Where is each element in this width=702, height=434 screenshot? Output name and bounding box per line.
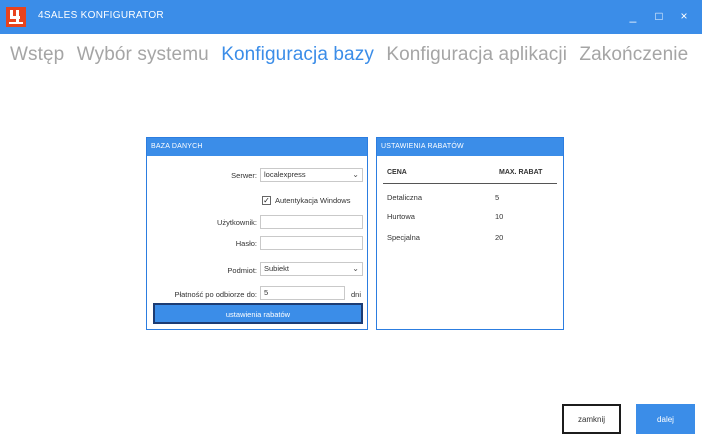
auth-windows-label: Autentykacja Windows xyxy=(275,196,351,205)
chevron-down-icon: ⌄ xyxy=(352,170,359,179)
close-window-button[interactable]: × xyxy=(675,7,693,25)
server-value: localexpress xyxy=(264,170,306,179)
password-input[interactable] xyxy=(260,236,363,250)
col-rabat-header: MAX. RABAT xyxy=(499,169,543,176)
chevron-down-icon: ⌄ xyxy=(352,264,359,273)
row-rabat: 20 xyxy=(495,233,504,242)
row-rabat: 10 xyxy=(495,212,504,221)
password-label: Hasło: xyxy=(235,239,257,248)
row-price: Specjalna xyxy=(387,233,420,242)
step-zakonczenie: Zakończenie xyxy=(579,44,689,65)
row-price: Detaliczna xyxy=(387,193,423,202)
user-input[interactable] xyxy=(260,215,363,229)
step-konfiguracja-aplikacji: Konfiguracja aplikacji xyxy=(386,44,568,65)
rabat-panel-header: USTAWIENIA RABATÓW xyxy=(377,138,563,156)
entity-select[interactable]: Subiekt ⌄ xyxy=(260,262,363,276)
database-panel-header: BAZA DANYCH xyxy=(147,138,367,156)
header-divider xyxy=(383,183,557,184)
auth-windows-checkbox[interactable]: ✓ xyxy=(262,196,271,205)
entity-label: Podmiot: xyxy=(227,266,257,275)
payment-days-input[interactable]: 5 xyxy=(260,286,345,300)
minimize-button[interactable]: _ xyxy=(624,7,642,25)
rabat-settings-button[interactable]: ustawienia rabatów xyxy=(153,303,363,324)
row-price: Hurtowa xyxy=(387,212,415,221)
user-label: Użytkownik: xyxy=(216,218,257,227)
wizard-steps: Wstęp Wybór systemu Konfiguracja bazy Ko… xyxy=(10,44,695,66)
payment-unit: dni xyxy=(351,290,362,299)
step-konfiguracja-bazy: Konfiguracja bazy xyxy=(221,44,374,65)
rabat-panel: USTAWIENIA RABATÓW CENA MAX. RABAT Detal… xyxy=(376,137,564,330)
next-button[interactable]: dalej xyxy=(636,404,695,434)
close-button[interactable]: zamknij xyxy=(562,404,621,434)
window-title: 4SALES KONFIGURATOR xyxy=(38,10,164,21)
server-label: Serwer: xyxy=(231,171,257,180)
title-bar: 4SALES KONFIGURATOR _ □ × xyxy=(0,0,702,34)
server-select[interactable]: localexpress ⌄ xyxy=(260,168,363,182)
step-wstep: Wstęp xyxy=(10,44,65,65)
database-panel: BAZA DANYCH Serwer: localexpress ⌄ ✓ Aut… xyxy=(146,137,368,330)
col-price-header: CENA xyxy=(387,169,407,176)
4sales-logo-icon xyxy=(6,7,26,27)
payment-label: Płatność po odbiorze do: xyxy=(174,290,257,299)
step-wybor-systemu: Wybór systemu xyxy=(76,44,209,65)
entity-value: Subiekt xyxy=(264,264,290,273)
row-rabat: 5 xyxy=(495,193,500,202)
maximize-button[interactable]: □ xyxy=(650,7,668,25)
